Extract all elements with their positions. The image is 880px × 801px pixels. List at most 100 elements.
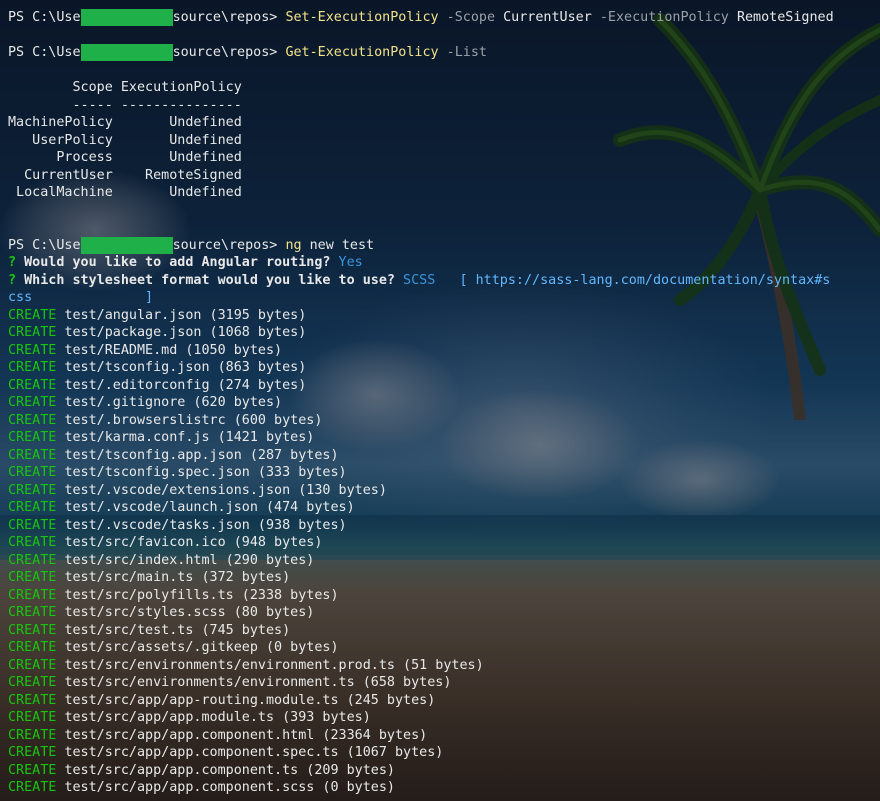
policy-table-row: UserPolicy Undefined — [8, 132, 242, 148]
created-file: test/src/app/app.component.spec.ts (1067… — [64, 745, 444, 760]
created-file: test/src/favicon.ico (948 bytes) — [64, 535, 323, 550]
question-text: Which stylesheet format would you like t… — [16, 272, 404, 288]
create-line: CREATE test/src/environments/environment… — [8, 657, 880, 675]
create-line: CREATE test/src/app/app.module.ts (393 b… — [8, 709, 880, 727]
create-list: CREATE test/angular.json (3195 bytes) CRE… — [8, 307, 880, 797]
prompt-question: ? Which stylesheet format would you like… — [8, 272, 880, 290]
create-label: CREATE — [8, 465, 57, 480]
created-file: test/.gitignore (620 bytes) — [64, 395, 283, 410]
create-label: CREATE — [8, 447, 57, 463]
command-name: Set-ExecutionPolicy — [285, 10, 439, 25]
created-file: test/src/styles.scss (80 bytes) — [64, 605, 315, 620]
command-name: Get-ExecutionPolicy — [285, 45, 439, 60]
create-line: CREATE test/src/app/app.component.spec.t… — [8, 744, 880, 762]
create-label: CREATE — [8, 552, 57, 568]
question-mark: ? — [8, 255, 17, 270]
command-parameter: -List — [438, 45, 487, 60]
create-label: CREATE — [8, 745, 57, 760]
create-line: CREATE test/.browserslistrc (600 bytes) — [8, 412, 880, 430]
create-line: CREATE test/src/assets/.gitkeep (0 bytes… — [8, 639, 880, 657]
question-answer: Yes — [338, 255, 363, 270]
created-file: test/src/app/app-routing.module.ts (245 … — [64, 692, 436, 708]
prompt-prefix: PS C:\Use — [8, 10, 81, 25]
create-line: CREATE test/src/favicon.ico (948 bytes) — [8, 534, 880, 552]
created-file: test/.vscode/tasks.json (938 bytes) — [64, 517, 347, 533]
create-label: CREATE — [8, 500, 57, 515]
create-label: CREATE — [8, 570, 57, 585]
prompt-prefix: PS C:\Use — [8, 45, 81, 60]
question-answer: SCSS — [403, 272, 436, 288]
redacted-username — [80, 236, 173, 254]
created-file: test/.vscode/launch.json (474 bytes) — [64, 500, 355, 515]
create-line: CREATE test/.vscode/extensions.json (130… — [8, 482, 880, 500]
created-file: test/karma.conf.js (1421 bytes) — [64, 430, 315, 445]
created-file: test/tsconfig.json (863 bytes) — [64, 360, 307, 375]
create-line: CREATE test/src/test.ts (745 bytes) — [8, 622, 880, 640]
create-line: CREATE test/angular.json (3195 bytes) — [8, 307, 880, 325]
terminal-window[interactable]: PS C:\Use source\repos> Set-ExecutionPoli… — [0, 0, 880, 801]
policy-table-rule: ----- --------------- — [8, 97, 242, 113]
created-file: test/src/polyfills.ts (2338 bytes) — [64, 587, 339, 603]
create-label: CREATE — [8, 325, 57, 340]
create-label: CREATE — [8, 710, 57, 725]
create-line: CREATE test/src/polyfills.ts (2338 bytes… — [8, 587, 880, 605]
documentation-link[interactable]: [ https://sass-lang.com/documentation/sy… — [435, 273, 830, 288]
create-label: CREATE — [8, 517, 57, 533]
created-file: test/src/environments/environment.prod.t… — [64, 657, 484, 673]
created-file: test/src/assets/.gitkeep (0 bytes) — [64, 640, 339, 655]
create-line: CREATE test/.gitignore (620 bytes) — [8, 394, 880, 412]
create-label: CREATE — [8, 412, 57, 428]
created-file: test/package.json (1068 bytes) — [64, 325, 307, 340]
prompt-question: ? Would you like to add Angular routing?… — [8, 254, 880, 272]
create-label: CREATE — [8, 762, 57, 778]
created-file: test/src/test.ts (745 bytes) — [64, 622, 291, 638]
create-label: CREATE — [8, 622, 57, 638]
create-line: CREATE test/tsconfig.spec.json (333 byte… — [8, 464, 880, 482]
create-label: CREATE — [8, 605, 57, 620]
prompt-prefix: PS C:\Use — [8, 237, 81, 253]
create-label: CREATE — [8, 692, 57, 708]
create-label: CREATE — [8, 587, 57, 603]
create-line: CREATE test/src/app/app.component.html (… — [8, 727, 880, 745]
prompt-line: PS C:\Use source\repos> ng new test — [8, 236, 880, 255]
redacted-username — [80, 44, 173, 61]
create-label: CREATE — [8, 727, 57, 743]
policy-table-header: Scope ExecutionPolicy — [8, 80, 242, 95]
created-file: test/.browserslistrc (600 bytes) — [64, 412, 323, 428]
create-line: CREATE test/src/main.ts (372 bytes) — [8, 569, 880, 587]
create-label: CREATE — [8, 395, 57, 410]
create-label: CREATE — [8, 535, 57, 550]
created-file: test/src/index.html (290 bytes) — [64, 552, 315, 568]
command-parameter: -ExecutionPolicy — [591, 10, 737, 25]
created-file: test/.vscode/extensions.json (130 bytes) — [64, 482, 387, 498]
created-file: test/tsconfig.app.json (287 bytes) — [64, 447, 339, 463]
create-line: CREATE test/src/app/app.component.ts (20… — [8, 762, 880, 780]
create-label: CREATE — [8, 482, 57, 498]
command-value: CurrentUser — [503, 10, 592, 25]
terminal-output: PS C:\Use source\repos> Set-ExecutionPoli… — [8, 9, 880, 797]
created-file: test/angular.json (3195 bytes) — [64, 307, 307, 323]
prompt-suffix: source\repos> — [172, 10, 278, 25]
create-label: CREATE — [8, 430, 57, 445]
created-file: test/src/environments/environment.ts (65… — [64, 675, 452, 690]
prompt-suffix: source\repos> — [172, 237, 278, 253]
question-mark: ? — [8, 272, 17, 288]
create-line: CREATE test/src/app/app-routing.module.t… — [8, 692, 880, 710]
create-line: CREATE test/.vscode/launch.json (474 byt… — [8, 499, 880, 517]
command-parameter: -Scope — [438, 10, 504, 25]
policy-table-row: CurrentUser RemoteSigned — [8, 167, 242, 183]
command-args: new test — [301, 237, 375, 253]
create-line: CREATE test/.editorconfig (274 bytes) — [8, 377, 880, 395]
policy-table-row: Process Undefined — [8, 150, 242, 165]
create-label: CREATE — [8, 657, 57, 673]
created-file: test/src/app/app.component.ts (209 bytes… — [64, 762, 395, 778]
create-label: CREATE — [8, 780, 57, 795]
created-file: test/src/app/app.component.html (23364 b… — [64, 727, 428, 743]
command-name: ng — [285, 237, 302, 253]
redacted-username — [80, 9, 173, 26]
prompt-suffix: source\repos> — [172, 45, 278, 60]
created-file: test/src/app/app.component.scss (0 bytes… — [64, 780, 395, 795]
create-line: CREATE test/.vscode/tasks.json (938 byte… — [8, 517, 880, 535]
question-text: Would you like to add Angular routing? — [16, 255, 339, 270]
create-line: CREATE test/src/app/app.component.scss (… — [8, 779, 880, 797]
